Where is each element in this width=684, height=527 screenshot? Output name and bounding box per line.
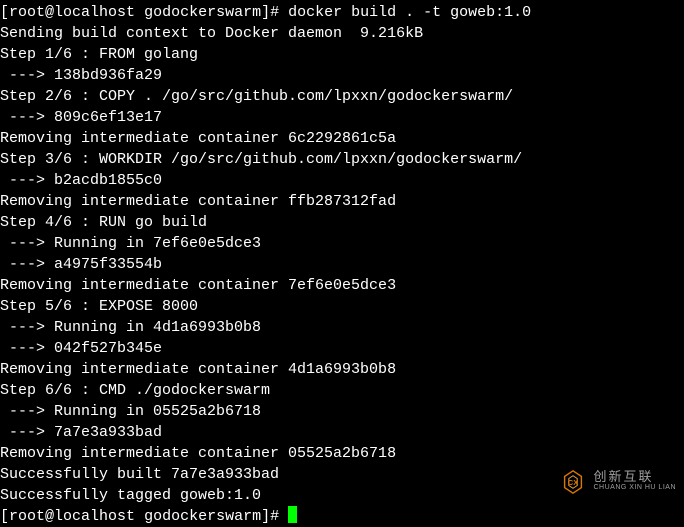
output-line: ---> b2acdb1855c0 [0, 170, 684, 191]
command-1: docker build . -t goweb:1.0 [288, 4, 531, 21]
watermark-logo-icon: CX [559, 468, 587, 496]
output-line: ---> Running in 7ef6e0e5dce3 [0, 233, 684, 254]
output-line: Removing intermediate container 05525a2b… [0, 443, 684, 464]
output-line: Step 2/6 : COPY . /go/src/github.com/lpx… [0, 86, 684, 107]
prompt-line-2[interactable]: [root@localhost godockerswarm]# [0, 506, 684, 527]
output-line: Step 3/6 : WORKDIR /go/src/github.com/lp… [0, 149, 684, 170]
output-line: ---> Running in 4d1a6993b0b8 [0, 317, 684, 338]
output-line: Removing intermediate container 4d1a6993… [0, 359, 684, 380]
output-line: Step 4/6 : RUN go build [0, 212, 684, 233]
output-line: Removing intermediate container 6c229286… [0, 128, 684, 149]
cursor-icon [288, 506, 297, 523]
output-line: Removing intermediate container ffb28731… [0, 191, 684, 212]
output-line: ---> 809c6ef13e17 [0, 107, 684, 128]
prompt-line-1: [root@localhost godockerswarm]# docker b… [0, 2, 684, 23]
output-line: ---> 138bd936fa29 [0, 65, 684, 86]
output-line: ---> a4975f33554b [0, 254, 684, 275]
output-line: Step 5/6 : EXPOSE 8000 [0, 296, 684, 317]
svg-text:CX: CX [568, 478, 580, 487]
output-line: Removing intermediate container 7ef6e0e5… [0, 275, 684, 296]
watermark: CX 创新互联 CHUANG XIN HU LIAN [559, 468, 676, 496]
output-line: Step 6/6 : CMD ./godockerswarm [0, 380, 684, 401]
output-line: ---> 042f527b345e [0, 338, 684, 359]
output-line: Sending build context to Docker daemon 9… [0, 23, 684, 44]
output-line: ---> Running in 05525a2b6718 [0, 401, 684, 422]
output-line: Step 1/6 : FROM golang [0, 44, 684, 65]
watermark-text: 创新互联 CHUANG XIN HU LIAN [593, 471, 676, 493]
output-line: ---> 7a7e3a933bad [0, 422, 684, 443]
